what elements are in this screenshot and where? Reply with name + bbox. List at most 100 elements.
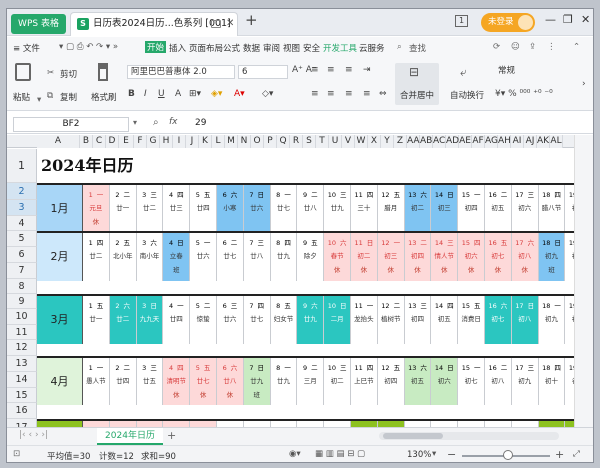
column-header-a[interactable]: A	[37, 135, 80, 148]
day-cell[interactable]: 13 六初二	[404, 185, 432, 233]
column-header-ai[interactable]: AI	[511, 135, 524, 148]
column-header-ac[interactable]: AC	[433, 135, 446, 148]
day-cell[interactable]: 3 三廿二	[137, 185, 164, 233]
column-header-ad[interactable]: AD	[446, 135, 459, 148]
format-painter-button[interactable]: 格式刷	[91, 91, 117, 103]
collapse-icon[interactable]: ⌃	[573, 42, 580, 52]
day-cell[interactable]: 1 五廿一	[83, 296, 110, 344]
column-header-ah[interactable]: AH	[498, 135, 511, 148]
row-header-6[interactable]: 6	[7, 247, 37, 263]
column-header-o[interactable]: O	[251, 135, 264, 148]
font-color-icon[interactable]: A▾	[234, 89, 245, 99]
tab-insert[interactable]: 插入	[169, 42, 186, 54]
column-header-aa[interactable]: AA	[407, 135, 420, 148]
column-header-ab[interactable]: AB	[420, 135, 433, 148]
day-cell[interactable]: 13 三初四	[405, 296, 432, 344]
column-header-j[interactable]: J	[186, 135, 199, 148]
day-cell[interactable]: 10 六春节休	[324, 233, 351, 281]
paste-button[interactable]: 粘贴	[13, 91, 30, 103]
format-painter-icon[interactable]	[98, 63, 108, 81]
tab-security[interactable]: 安全	[303, 42, 320, 54]
more-icon[interactable]: ⋮	[547, 42, 556, 52]
zoom-in-icon[interactable]: +	[555, 448, 564, 461]
day-cell[interactable]: 14 三情人节休	[431, 233, 459, 281]
day-cell[interactable]: 4 四清明节休	[163, 358, 191, 405]
column-header-af[interactable]: AF	[472, 135, 485, 148]
day-cell[interactable]: 3 三廿五	[137, 358, 164, 405]
day-cell[interactable]: 15 一初七	[458, 358, 485, 405]
indent-icon[interactable]: ⇥	[363, 65, 371, 75]
align-bottom-icon[interactable]: ≡	[345, 65, 353, 75]
row-header-12[interactable]: 12	[7, 340, 37, 356]
underline-icon[interactable]: U	[158, 89, 165, 99]
day-cell[interactable]: 7 三廿八	[244, 233, 271, 281]
day-cell[interactable]: 18 一初九	[539, 296, 566, 344]
day-cell[interactable]: 8 四廿九	[271, 233, 298, 281]
day-cell[interactable]: 12 五初四	[378, 358, 405, 405]
merge-center-button[interactable]: ⊟ 合并居中	[395, 63, 439, 105]
minimize-icon[interactable]: —	[545, 13, 556, 26]
zoom-slider-knob[interactable]	[503, 450, 513, 460]
column-header-x[interactable]: X	[368, 135, 381, 148]
month-label-2[interactable]: 2月	[37, 233, 83, 281]
column-header-ag[interactable]: AG	[485, 135, 498, 148]
day-cell[interactable]: 14 日初六	[431, 358, 459, 405]
italic-icon[interactable]: I	[144, 89, 147, 99]
paste-dropdown-icon[interactable]: ▾	[37, 95, 41, 105]
tab-cloud[interactable]: 云服务	[359, 42, 385, 54]
tab-page-layout[interactable]: 页面布局	[189, 42, 223, 54]
cut-icon[interactable]: ✂	[47, 68, 54, 78]
row-header-5[interactable]: 5	[7, 231, 37, 247]
row-header-2[interactable]: 2	[7, 183, 37, 200]
badge-icon[interactable]: 1	[455, 15, 468, 27]
column-header-t[interactable]: T	[316, 135, 329, 148]
day-cell[interactable]: 10 三初二	[324, 358, 351, 405]
font-size-select[interactable]: 6	[238, 65, 288, 79]
column-header-w[interactable]: W	[355, 135, 368, 148]
align-right-icon[interactable]: ≡	[345, 89, 353, 99]
day-cell[interactable]: 16 五初七休	[485, 233, 512, 281]
day-cell[interactable]: 17 三初九	[512, 358, 539, 405]
close-window-icon[interactable]: ✕	[581, 13, 590, 26]
vertical-scrollbar[interactable]	[574, 135, 593, 427]
column-header-z[interactable]: Z	[394, 135, 407, 148]
row-header-4[interactable]: 4	[7, 216, 37, 231]
day-cell[interactable]: 5 五廿七休	[190, 358, 217, 405]
add-sheet-icon[interactable]: +	[167, 429, 176, 442]
day-cell[interactable]: 2 二廿四	[110, 358, 137, 405]
wrap-text-button[interactable]: ⤶ 自动换行	[447, 63, 487, 105]
day-cell[interactable]: 17 三初六	[512, 185, 539, 233]
day-cell[interactable]: 17 六初八休	[511, 233, 539, 281]
column-header-al[interactable]: AL	[550, 135, 563, 148]
paste-icon[interactable]	[15, 63, 31, 81]
column-header-ak[interactable]: AK	[537, 135, 550, 148]
day-cell[interactable]: 1 一元旦休	[83, 185, 110, 233]
row-header-15[interactable]: 15	[7, 388, 37, 403]
name-box-dropdown-icon[interactable]: ▾	[133, 118, 137, 127]
font-family-select[interactable]: 阿里巴巴普惠体 2.0	[127, 65, 235, 79]
day-cell[interactable]: 2 五北小年	[110, 233, 137, 281]
day-cell[interactable]: 16 二初八	[485, 358, 512, 405]
copy-icon[interactable]: ⧉	[47, 91, 53, 101]
document-tab[interactable]: S 日历表2024日历...色系列 [001] ✕	[70, 12, 238, 36]
day-cell[interactable]: 2 二廿一	[110, 185, 137, 233]
align-top-icon[interactable]: ≡	[311, 65, 319, 75]
day-cell[interactable]: 6 二廿七	[217, 233, 244, 281]
day-cell[interactable]: 9 六廿九	[297, 296, 325, 344]
column-header-r[interactable]: R	[290, 135, 303, 148]
day-cell[interactable]: 7 日廿六	[243, 185, 271, 233]
day-cell[interactable]: 11 日初二休	[351, 233, 378, 281]
day-cell[interactable]: 18 日初九班	[538, 233, 566, 281]
day-cell[interactable]: 5 一廿六	[190, 233, 217, 281]
sync-icon[interactable]: ⟳	[493, 42, 500, 52]
bold-icon[interactable]: B	[128, 89, 135, 99]
name-box[interactable]: BF2	[13, 117, 129, 132]
row-header-9[interactable]: 9	[7, 294, 37, 309]
column-header-d[interactable]: D	[106, 135, 119, 148]
align-left-icon[interactable]: ≡	[311, 89, 319, 99]
spreadsheet-grid[interactable]: A B C D E F G H I J K L M N O P Q R S T U V W X Y Z AA AB AC AD AE AF AG…	[7, 135, 593, 427]
fill-color-icon[interactable]: ◈▾	[211, 89, 222, 99]
column-header-g[interactable]: G	[147, 135, 160, 148]
horizontal-scrollbar[interactable]	[379, 432, 559, 440]
strikethrough-icon[interactable]: A	[175, 89, 181, 99]
